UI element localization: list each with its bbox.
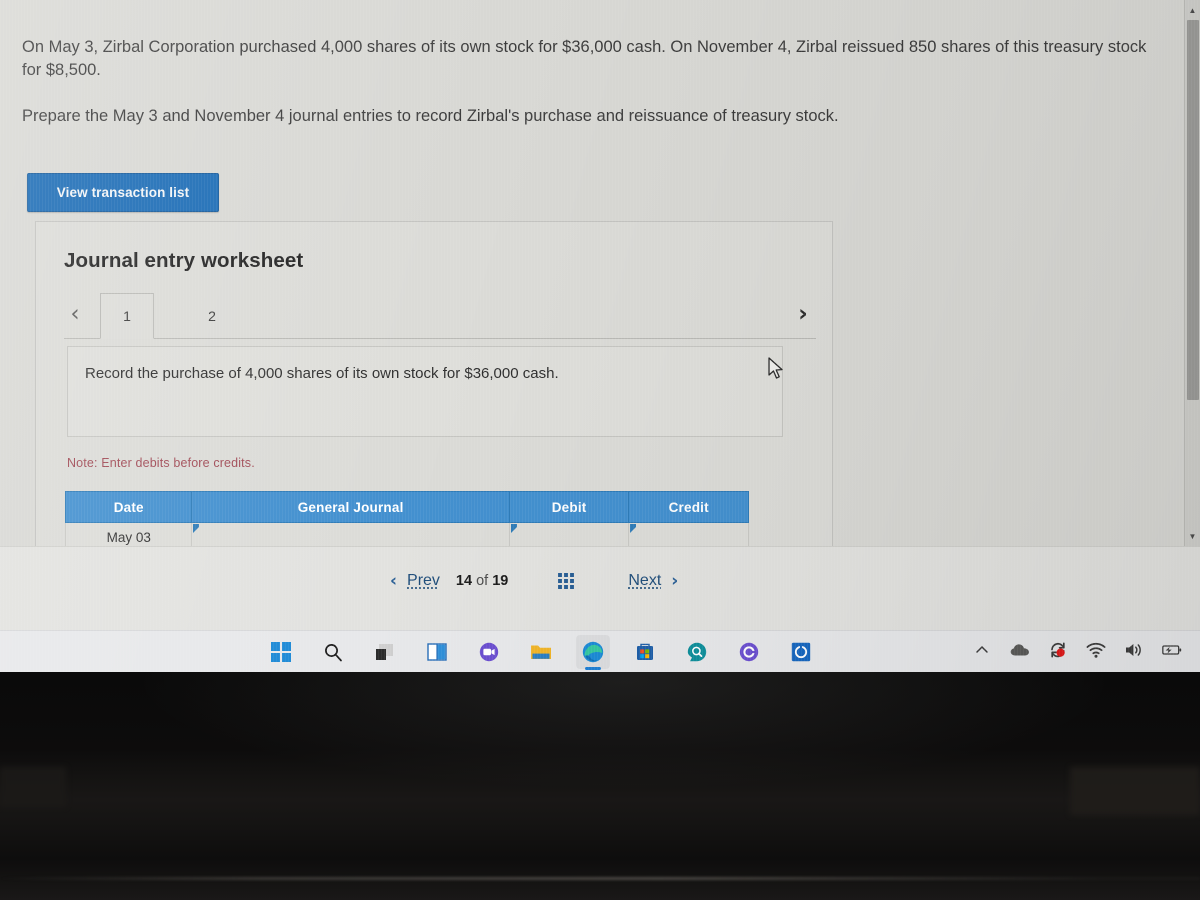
column-header-general-journal: General Journal — [191, 491, 510, 523]
search-app-icon[interactable] — [680, 635, 714, 669]
cell-general-journal-input[interactable] — [191, 522, 510, 546]
cell-credit-input[interactable] — [628, 522, 749, 546]
prev-chevron-icon[interactable]: ‹ — [390, 571, 397, 591]
scroll-down-arrow-icon[interactable]: ▼ — [1185, 528, 1200, 544]
microsoft-teams-icon[interactable] — [472, 635, 506, 669]
page-counter: 14 of 19 — [450, 573, 514, 589]
next-chevron-icon[interactable]: › — [671, 571, 678, 591]
scroll-thumb[interactable] — [1187, 20, 1199, 400]
system-tray — [972, 640, 1182, 660]
windows-taskbar — [0, 630, 1200, 672]
laptop-screen-photo: On May 3, Zirbal Corporation purchased 4… — [0, 0, 1200, 900]
journal-table-header-row: Date General Journal Debit Credit — [64, 491, 749, 523]
scroll-up-arrow-icon[interactable]: ▲ — [1185, 2, 1200, 18]
worksheet-instruction-box: Record the purchase of 4,000 shares of i… — [67, 346, 783, 437]
column-header-debit: Debit — [508, 491, 630, 523]
worksheet-tab-1[interactable]: 1 — [100, 293, 154, 339]
battery-charging-icon[interactable] — [1162, 640, 1182, 660]
purple-app-icon[interactable] — [732, 635, 766, 669]
onedrive-cloud-icon[interactable] — [1010, 640, 1030, 660]
column-header-date: Date — [64, 491, 193, 523]
total-page-number: 19 — [492, 573, 509, 589]
pagination-footer-bar: ‹ Prev 14 of 19 Next › — [0, 546, 1200, 630]
worksheet-tab-strip: ‹ 1 2 › — [64, 293, 816, 339]
worksheet-title: Journal entry worksheet — [64, 249, 304, 272]
wifi-icon[interactable] — [1086, 640, 1106, 660]
search-icon[interactable] — [316, 635, 350, 669]
column-header-credit: Credit — [628, 491, 749, 523]
taskbar-icon-group — [264, 635, 818, 670]
prev-page-button[interactable]: Prev — [397, 572, 450, 590]
pagination-controls: ‹ Prev 14 of 19 Next › — [390, 571, 678, 591]
tab-prev-arrow-icon[interactable]: ‹ — [64, 301, 86, 327]
show-hidden-icons-chevron[interactable] — [972, 640, 992, 660]
cell-date: May 03 — [64, 522, 193, 546]
table-row: May 03 — [64, 522, 749, 546]
sync-recording-icon[interactable] — [1048, 640, 1068, 660]
microsoft-store-icon[interactable] — [628, 635, 662, 669]
task-view-icon[interactable] — [368, 635, 402, 669]
problem-statement: On May 3, Zirbal Corporation purchased 4… — [22, 36, 1167, 128]
volume-icon[interactable] — [1124, 640, 1144, 660]
start-icon[interactable] — [264, 635, 298, 669]
browser-content-viewport: On May 3, Zirbal Corporation purchased 4… — [0, 0, 1200, 546]
worksheet-instruction-text: Record the purchase of 4,000 shares of i… — [85, 365, 559, 382]
mouse-cursor — [768, 357, 786, 381]
journal-entry-worksheet-panel: Journal entry worksheet ‹ 1 2 › Record t… — [35, 221, 833, 546]
next-page-button[interactable]: Next — [618, 572, 671, 590]
worksheet-tab-2[interactable]: 2 — [197, 293, 227, 338]
grid-view-icon[interactable] — [558, 573, 575, 589]
journal-entry-table: Date General Journal Debit Credit May 03 — [64, 491, 749, 546]
current-page-number: 14 — [455, 573, 473, 589]
laptop-display: On May 3, Zirbal Corporation purchased 4… — [0, 0, 1200, 672]
blue-app-icon[interactable] — [784, 635, 818, 669]
file-explorer-icon[interactable] — [524, 635, 558, 669]
widgets-icon[interactable] — [420, 635, 454, 669]
debits-before-credits-note: Note: Enter debits before credits. — [67, 456, 255, 470]
page-of-label: of — [476, 573, 489, 589]
laptop-body-bezel — [0, 672, 1200, 900]
problem-paragraph-1: On May 3, Zirbal Corporation purchased 4… — [22, 38, 1147, 79]
cell-debit-input[interactable] — [508, 522, 630, 546]
microsoft-edge-icon[interactable] — [576, 635, 610, 670]
tab-next-arrow-icon[interactable]: › — [792, 301, 814, 327]
problem-paragraph-2: Prepare the May 3 and November 4 journal… — [22, 107, 839, 125]
view-transaction-list-button[interactable]: View transaction list — [27, 173, 219, 212]
page-scrollbar[interactable]: ▲ ▼ — [1184, 0, 1200, 546]
